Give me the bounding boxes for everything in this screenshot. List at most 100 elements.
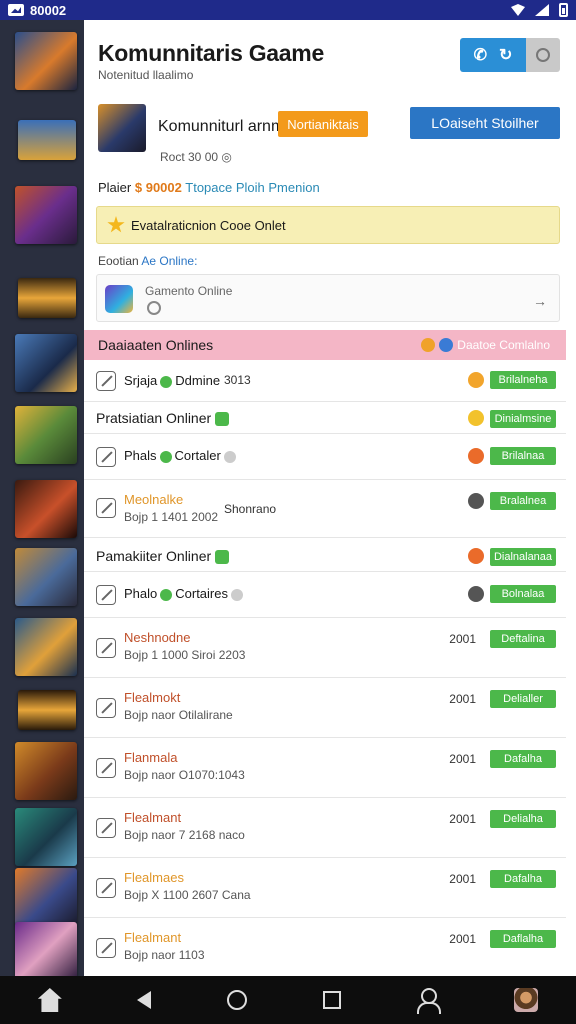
status-chip[interactable]: Brilalneha — [490, 371, 556, 389]
row-sub: Bojp 1 1401 2002 — [124, 510, 219, 524]
list-item[interactable]: Srjaja Ddmine 3013 Brilalneha — [84, 360, 566, 402]
recents-icon[interactable] — [322, 991, 341, 1009]
signal-icon — [535, 4, 549, 16]
game-thumb-4[interactable] — [18, 278, 76, 318]
status-chip[interactable]: Deftalina — [490, 630, 556, 648]
phone-icon: ✆ — [473, 47, 487, 64]
row-value: 2001 — [449, 692, 476, 706]
section-line: Eootian Ae Online: — [98, 254, 197, 268]
game-thumb-11[interactable] — [15, 742, 77, 800]
game-thumb-8[interactable] — [15, 548, 77, 606]
list-item[interactable]: Flealmant Bojp naor 1103 2001 Daflalha — [84, 918, 566, 976]
status-chip[interactable]: Dafalha — [490, 870, 556, 888]
wifi-icon — [511, 4, 525, 16]
group-name: Pratsiatian Onliner — [96, 410, 230, 427]
player-score: $ 90002 — [134, 180, 182, 195]
coin-icon — [421, 338, 436, 352]
edit-icon[interactable] — [96, 878, 116, 898]
status-chip[interactable]: Dinialmsine — [490, 410, 556, 428]
avatar[interactable] — [514, 988, 539, 1012]
emoji-icon — [468, 493, 484, 509]
share-icon: ↻ — [499, 47, 513, 64]
status-chip[interactable]: Daflalha — [490, 930, 556, 948]
game-thumb-1[interactable] — [15, 32, 77, 90]
online-card-title: Gamento Online — [145, 284, 233, 298]
game-thumb-2[interactable] — [18, 120, 76, 160]
game-tag[interactable]: Nortianiktais — [278, 111, 368, 137]
status-chip[interactable]: Brilalnaa — [490, 447, 556, 465]
edit-icon[interactable] — [96, 698, 116, 718]
edit-icon[interactable] — [96, 818, 116, 838]
banner-text: Evatalraticnion Cooe Onlet — [131, 217, 286, 233]
game-thumb-13[interactable] — [15, 868, 77, 926]
section-link[interactable]: Ae Online: — [141, 254, 197, 268]
row-name: Flealmaes — [124, 870, 184, 885]
group-name: Pamakiiter Onliner — [96, 548, 230, 565]
list-item[interactable]: Flealmant Bojp naor 7 2168 naco 2001 Del… — [84, 798, 566, 858]
section-header-right-label: Daatoe Comlalno — [457, 338, 550, 352]
game-name: Komunniturl arnme — [158, 118, 294, 135]
game-thumb-3[interactable] — [15, 186, 77, 244]
list-item[interactable]: Flealmaes Bojp X 1100 2607 Cana 2001 Daf… — [84, 858, 566, 918]
edit-icon[interactable] — [96, 638, 116, 658]
emoji-icon — [468, 548, 484, 564]
game-thumb-10[interactable] — [18, 690, 76, 730]
row-name: Neshnodne — [124, 630, 191, 645]
game-thumb-14[interactable] — [15, 922, 77, 980]
online-card[interactable]: Gamento Online → — [96, 274, 560, 322]
row-name: Phals Cortaler — [124, 448, 239, 463]
call-button[interactable]: ✆ ↻ — [460, 38, 526, 72]
game-thumb-5[interactable] — [15, 334, 77, 392]
user-icon[interactable] — [416, 988, 442, 1014]
row-name: Flealmant — [124, 930, 182, 945]
list-item[interactable]: Phalo Cortaires Bolnalaa — [84, 572, 566, 618]
emoji-icon — [468, 410, 484, 426]
edit-icon[interactable] — [96, 938, 116, 958]
game-thumb-6[interactable] — [15, 406, 77, 464]
list-item[interactable]: Neshnodne Bojp 1 1000 Siroi 2203 2001 De… — [84, 618, 566, 678]
game-thumb-9[interactable] — [15, 618, 77, 676]
home-circle-icon[interactable] — [227, 990, 248, 1010]
player-extra[interactable]: Ttopace Ploih Pmenion — [185, 180, 319, 195]
row-sub: Bojp naor Otilalirane — [124, 708, 233, 722]
row-name: Flealmokt — [124, 690, 181, 705]
status-chip[interactable]: Bolnalaa — [490, 585, 556, 603]
list-item[interactable]: Phals Cortaler Brilalnaa — [84, 434, 566, 480]
back-icon[interactable] — [137, 991, 152, 1009]
info-icon — [439, 338, 454, 352]
more-button[interactable] — [526, 38, 560, 72]
row-name: Meolnalke — [124, 492, 184, 507]
status-chip[interactable]: Delialha — [490, 810, 556, 828]
game-meta: Roct 30 00 ◎ — [160, 150, 232, 164]
launch-button[interactable]: LOaiseht Stoilher — [410, 107, 560, 139]
game-rail — [0, 20, 84, 980]
status-chip[interactable]: Bralalnea — [490, 492, 556, 510]
main-panel: Komunnitaris Gaame Notenitud llaalimo ✆ … — [84, 20, 576, 976]
game-thumb-12[interactable] — [15, 808, 77, 866]
status-chip[interactable]: Dafalha — [490, 750, 556, 768]
game-thumb-7[interactable] — [15, 480, 77, 538]
status-bar: 80002 — [0, 0, 576, 20]
row-value: 2001 — [449, 632, 476, 646]
edit-icon[interactable] — [96, 758, 116, 778]
status-chip[interactable]: Dialnalanaa — [490, 548, 556, 566]
section-header-right[interactable]: Daatoe Comlalno — [421, 338, 550, 352]
list-item[interactable]: Flealmokt Bojp naor Otilalirane 2001 Del… — [84, 678, 566, 738]
edit-icon[interactable] — [96, 498, 116, 518]
section-header-bar: Daaiaaten Onlines Daatoe Comlalno — [84, 330, 566, 360]
edit-icon[interactable] — [96, 447, 116, 467]
info-banner[interactable]: Evatalraticnion Cooe Onlet — [96, 206, 560, 244]
row-sub: Bojp naor 1103 — [124, 948, 205, 962]
row-sub: Bojp X 1100 2607 Cana — [124, 888, 251, 902]
list-item[interactable]: Meolnalke Bojp 1 1401 2002 Shonrano Bral… — [84, 480, 566, 538]
home-icon[interactable] — [37, 988, 62, 1012]
row-value: 2001 — [449, 752, 476, 766]
battery-icon — [559, 3, 568, 17]
status-chip[interactable]: Delialler — [490, 690, 556, 708]
star-icon — [107, 216, 125, 233]
game-thumbnail[interactable] — [98, 104, 146, 152]
edit-icon[interactable] — [96, 585, 116, 605]
edit-icon[interactable] — [96, 371, 116, 391]
arrow-right-icon[interactable]: → — [533, 293, 547, 309]
list-item[interactable]: Flanmala Bojp naor O1070:1043 2001 Dafal… — [84, 738, 566, 798]
